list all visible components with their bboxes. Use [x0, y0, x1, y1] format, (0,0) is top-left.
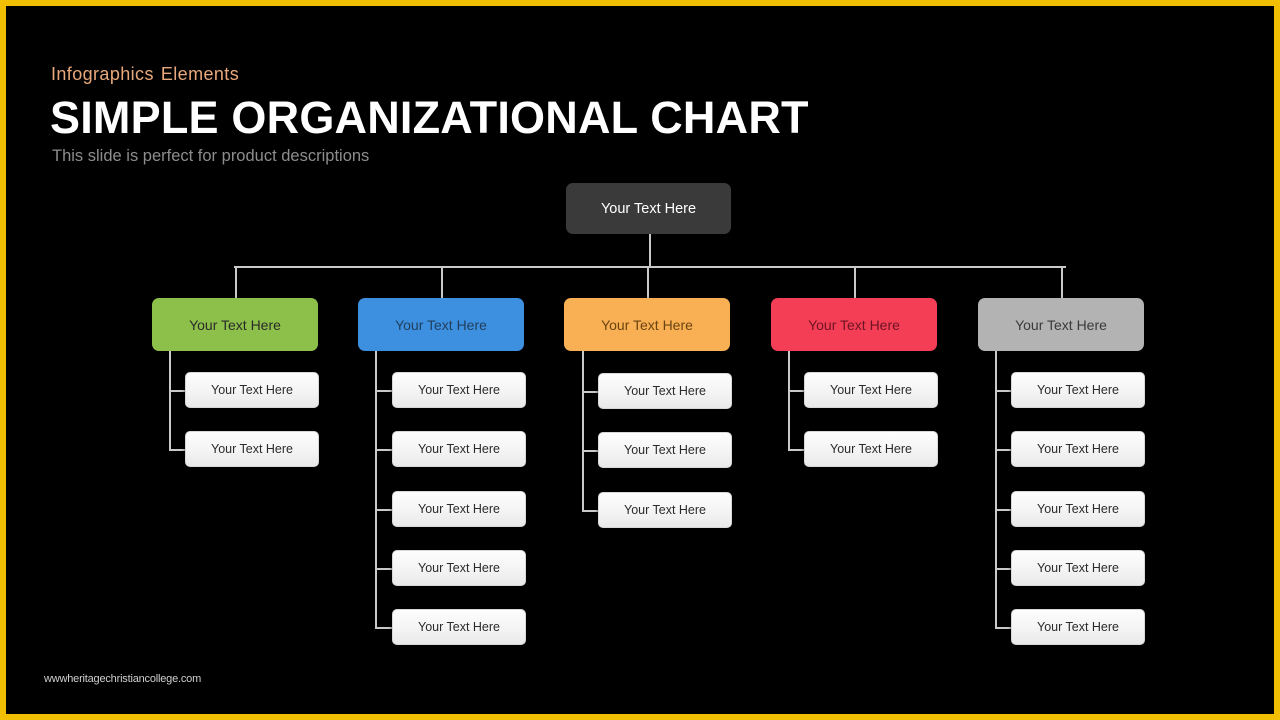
connector-branch-spine-5	[995, 351, 997, 629]
connector-leaf-5-5	[995, 627, 1011, 629]
org-node-leaf-2-4-label: Your Text Here	[418, 561, 500, 575]
org-chart: Your Text Here Your Text Here Your Text He…	[6, 6, 1274, 714]
connector-leaf-1-2	[169, 449, 185, 451]
org-node-leaf-3-2[interactable]: Your Text Here	[598, 432, 732, 468]
org-node-leaf-5-2[interactable]: Your Text Here	[1011, 431, 1145, 467]
connector-branch-drop-5	[1061, 266, 1063, 298]
connector-leaf-2-1	[375, 390, 392, 392]
org-node-leaf-5-3-label: Your Text Here	[1037, 502, 1119, 516]
org-node-leaf-3-1-label: Your Text Here	[624, 384, 706, 398]
org-node-leaf-3-2-label: Your Text Here	[624, 443, 706, 457]
org-node-branch-5[interactable]: Your Text Here	[978, 298, 1144, 351]
connector-branch-drop-1	[235, 266, 237, 298]
org-node-leaf-5-5[interactable]: Your Text Here	[1011, 609, 1145, 645]
org-node-leaf-5-4-label: Your Text Here	[1037, 561, 1119, 575]
org-node-leaf-3-1[interactable]: Your Text Here	[598, 373, 732, 409]
connector-leaf-4-1	[788, 390, 804, 392]
org-node-leaf-4-1-label: Your Text Here	[830, 383, 912, 397]
org-node-root-label: Your Text Here	[600, 200, 697, 217]
org-node-branch-3-label: Your Text Here	[601, 316, 693, 333]
org-node-branch-3[interactable]: Your Text Here	[564, 298, 730, 351]
connector-root-drop	[649, 234, 651, 268]
org-node-leaf-2-5-label: Your Text Here	[418, 620, 500, 634]
connector-horizontal-bus	[234, 266, 1066, 268]
slide: Infographics Elements SIMPLE ORGANIZATION…	[0, 0, 1280, 720]
connector-leaf-5-3	[995, 509, 1011, 511]
org-node-leaf-2-1[interactable]: Your Text Here	[392, 372, 526, 408]
connector-leaf-3-1	[582, 391, 598, 393]
connector-leaf-4-2	[788, 449, 804, 451]
org-node-leaf-5-1[interactable]: Your Text Here	[1011, 372, 1145, 408]
connector-branch-drop-3	[647, 266, 649, 298]
connector-branch-spine-3	[582, 351, 584, 512]
org-node-leaf-2-1-label: Your Text Here	[418, 383, 500, 397]
connector-branch-drop-4	[854, 266, 856, 298]
org-node-leaf-1-2[interactable]: Your Text Here	[185, 431, 319, 467]
connector-leaf-2-4	[375, 568, 392, 570]
connector-branch-spine-2	[375, 351, 377, 629]
org-node-leaf-2-4[interactable]: Your Text Here	[392, 550, 526, 586]
org-node-leaf-2-3-label: Your Text Here	[418, 502, 500, 516]
org-node-leaf-2-5[interactable]: Your Text Here	[392, 609, 526, 645]
connector-leaf-5-4	[995, 568, 1011, 570]
org-node-leaf-5-1-label: Your Text Here	[1037, 383, 1119, 397]
org-node-leaf-1-1[interactable]: Your Text Here	[185, 372, 319, 408]
org-node-leaf-5-3[interactable]: Your Text Here	[1011, 491, 1145, 527]
connector-leaf-3-2	[582, 450, 598, 452]
org-node-leaf-3-3-label: Your Text Here	[624, 503, 706, 517]
org-node-branch-4[interactable]: Your Text Here	[771, 298, 937, 351]
org-node-leaf-4-2[interactable]: Your Text Here	[804, 431, 938, 467]
connector-branch-spine-4	[788, 351, 790, 451]
org-node-branch-5-label: Your Text Here	[1015, 316, 1107, 333]
org-node-leaf-4-2-label: Your Text Here	[830, 442, 912, 456]
connector-leaf-2-5	[375, 627, 392, 629]
org-node-branch-2[interactable]: Your Text Here	[358, 298, 524, 351]
org-node-leaf-1-1-label: Your Text Here	[211, 383, 293, 397]
org-node-root[interactable]: Your Text Here	[566, 183, 731, 234]
connector-leaf-1-1	[169, 390, 185, 392]
org-node-branch-1[interactable]: Your Text Here	[152, 298, 318, 351]
connector-branch-drop-2	[441, 266, 443, 298]
connector-leaf-5-2	[995, 449, 1011, 451]
org-node-branch-1-label: Your Text Here	[189, 316, 281, 333]
org-node-leaf-2-3[interactable]: Your Text Here	[392, 491, 526, 527]
org-node-leaf-3-3[interactable]: Your Text Here	[598, 492, 732, 528]
slide-canvas: Infographics Elements SIMPLE ORGANIZATION…	[6, 6, 1274, 714]
org-node-leaf-5-4[interactable]: Your Text Here	[1011, 550, 1145, 586]
connector-branch-spine-1	[169, 351, 171, 451]
connector-leaf-5-1	[995, 390, 1011, 392]
org-node-branch-4-label: Your Text Here	[808, 316, 900, 333]
footer-url: wwwheritagechristiancollege.com	[44, 673, 202, 685]
org-node-leaf-1-2-label: Your Text Here	[211, 442, 293, 456]
org-node-leaf-5-5-label: Your Text Here	[1037, 620, 1119, 634]
connector-leaf-2-2	[375, 449, 392, 451]
org-node-leaf-4-1[interactable]: Your Text Here	[804, 372, 938, 408]
org-node-branch-2-label: Your Text Here	[395, 316, 487, 333]
connector-leaf-2-3	[375, 509, 392, 511]
org-node-leaf-2-2[interactable]: Your Text Here	[392, 431, 526, 467]
connector-leaf-3-3	[582, 510, 598, 512]
org-node-leaf-5-2-label: Your Text Here	[1037, 442, 1119, 456]
org-node-leaf-2-2-label: Your Text Here	[418, 442, 500, 456]
